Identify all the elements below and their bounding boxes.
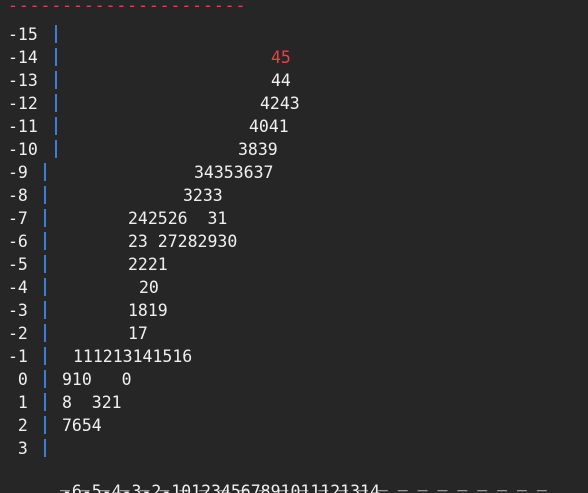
stem-label: -10 <box>8 140 38 159</box>
separator-line: ---------------------- <box>8 0 247 15</box>
leaf-values: 242526 31 <box>128 209 228 228</box>
terminal-window: ---------------------- -15 -14 45 -13 44 -12 4… <box>0 0 588 493</box>
stem-label: 2 <box>8 416 28 435</box>
leaf-values: 34353637 <box>194 163 274 182</box>
axis-labels: -6-5-4-3-2-101234567891011121314 <box>62 482 380 493</box>
leaf-values: 8 321 <box>62 393 122 412</box>
stem-label: -13 <box>8 71 38 90</box>
leaf-values: 4041 <box>249 117 289 136</box>
stem-label: -14 <box>8 48 38 67</box>
leaf-values: 1819 <box>128 301 168 320</box>
stem-divider <box>44 186 46 204</box>
leaf-values: 17 <box>128 324 148 343</box>
leaf-values: 7654 <box>62 416 102 435</box>
leaf-values: 45 <box>271 48 291 67</box>
stem-divider <box>44 439 46 457</box>
stem-divider <box>44 232 46 250</box>
stem-label: -6 <box>8 232 28 251</box>
leaf-values: 23 27282930 <box>128 232 238 251</box>
stem-divider <box>55 48 57 66</box>
leaf-values: 4243 <box>260 94 300 113</box>
leaf-values: 3839 <box>238 140 278 159</box>
stem-divider <box>55 94 57 112</box>
stem-label: -2 <box>8 324 28 343</box>
stem-label: -11 <box>8 117 38 136</box>
stem-label: -15 <box>8 25 38 44</box>
leaf-values: 910 0 <box>62 370 132 389</box>
stem-divider <box>55 71 57 89</box>
stem-label: -7 <box>8 209 28 228</box>
stem-label: -1 <box>8 347 28 366</box>
stem-divider <box>44 301 46 319</box>
leaf-values: 44 <box>271 71 291 90</box>
leaf-values: 2221 <box>128 255 168 274</box>
stem-label: -3 <box>8 301 28 320</box>
leaf-values: 111213141516 <box>73 347 193 366</box>
stem-divider <box>44 209 46 227</box>
stem-label: 1 <box>8 393 28 412</box>
stem-divider <box>44 278 46 296</box>
stem-divider <box>44 324 46 342</box>
stem-label: -5 <box>8 255 28 274</box>
stem-divider <box>55 140 57 158</box>
leaf-values: 20 <box>139 278 159 297</box>
stem-label: -4 <box>8 278 28 297</box>
stem-divider <box>44 416 46 434</box>
stem-label: -9 <box>8 163 28 182</box>
stem-divider <box>44 370 46 388</box>
stem-divider <box>55 25 57 43</box>
leaf-values: 3233 <box>183 186 223 205</box>
stem-divider <box>44 255 46 273</box>
stem-divider <box>44 163 46 181</box>
stem-label: 3 <box>8 439 28 458</box>
stem-label: -8 <box>8 186 28 205</box>
stem-label: 0 <box>8 370 28 389</box>
stem-divider <box>44 393 46 411</box>
stem-label: -12 <box>8 94 38 113</box>
stem-divider <box>55 117 57 135</box>
stem-divider <box>44 347 46 365</box>
